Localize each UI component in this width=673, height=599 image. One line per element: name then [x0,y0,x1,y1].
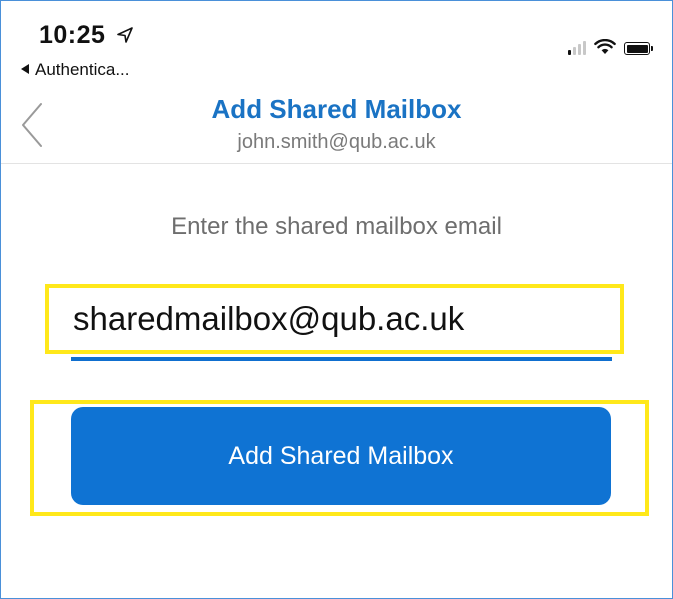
input-underline [71,357,612,361]
account-email: john.smith@qub.ac.uk [237,131,436,153]
shared-mailbox-email-input[interactable] [45,284,624,354]
status-time: 10:25 [39,21,106,49]
battery-icon [624,42,653,55]
nav-divider [1,163,672,164]
back-to-app-label: Authentica... [35,60,130,79]
page-title: Add Shared Mailbox [211,94,462,124]
app-screen: 10:25 Authentica... Add Shared Mailbox j… [0,0,673,599]
instruction-text: Enter the shared mailbox email [171,213,502,240]
back-to-app-link[interactable]: Authentica... [21,60,130,80]
add-shared-mailbox-button[interactable]: Add Shared Mailbox [71,407,611,505]
status-icons [568,37,653,55]
back-triangle-icon [21,64,29,74]
cellular-signal-icon [568,41,586,55]
location-arrow-icon [117,27,133,43]
wifi-icon [594,39,616,54]
